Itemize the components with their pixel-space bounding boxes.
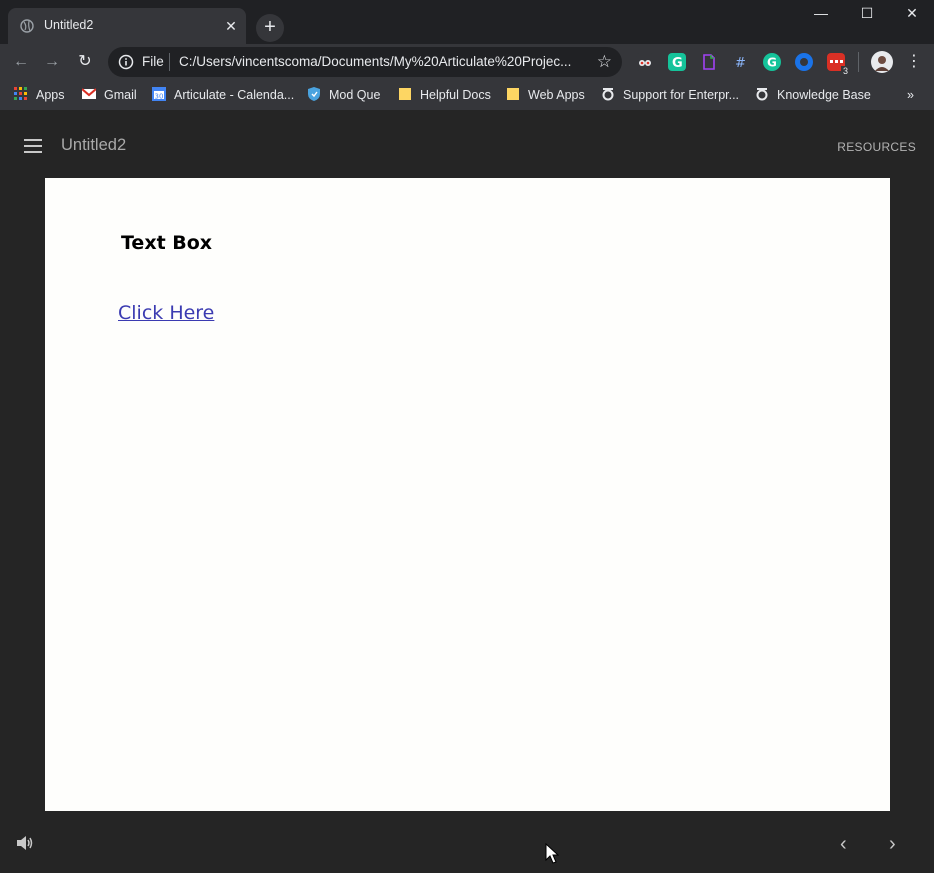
svg-text:30: 30: [155, 93, 164, 101]
extension-circle-icon[interactable]: [795, 53, 813, 71]
articulate-icon: [602, 88, 614, 101]
bookmark-label: Knowledge Base: [777, 88, 871, 102]
bookmark-label: Gmail: [104, 88, 137, 102]
bookmark-knowledge-base[interactable]: Knowledge Base: [755, 86, 871, 104]
bookmark-label: Helpful Docs: [420, 88, 491, 102]
menu-hamburger-icon[interactable]: [24, 139, 42, 153]
volume-icon[interactable]: [15, 835, 35, 851]
address-bar[interactable]: File C:/Users/vincentscoma/Documents/My%…: [108, 47, 622, 77]
close-window-button[interactable]: ✕: [889, 0, 934, 28]
apps-grid-icon: [14, 87, 27, 100]
forward-arrow-icon[interactable]: →: [40, 50, 64, 74]
grammarly-circle-icon[interactable]: G: [763, 53, 781, 71]
browser-toolbar: ← → ↻ File C:/Users/vincentscoma/Documen…: [0, 44, 934, 80]
bookmark-label: Support for Enterpr...: [623, 88, 740, 102]
grammarly-g-icon[interactable]: G: [668, 53, 686, 71]
extension-hash-icon[interactable]: #: [732, 53, 750, 71]
tab-strip: Untitled2 ✕ + — ☐ ✕: [0, 0, 934, 44]
bookmark-label: Mod Que: [329, 88, 381, 102]
bookmarks-bar: Apps Gmail 30 Articulate - Calenda... Mo…: [0, 80, 934, 110]
back-arrow-icon[interactable]: ←: [9, 50, 33, 74]
shield-icon: [308, 87, 320, 101]
browser-chrome: Untitled2 ✕ + — ☐ ✕ ← → ↻ File C:/Users/…: [0, 0, 934, 110]
folder-icon: [399, 88, 411, 100]
next-slide-button[interactable]: ›: [889, 833, 896, 856]
svg-text:#: #: [735, 56, 746, 71]
bookmark-articulate-calendar[interactable]: 30 Articulate - Calenda...: [152, 86, 294, 104]
bookmark-label: Web Apps: [528, 88, 585, 102]
resources-button[interactable]: RESOURCES: [837, 140, 916, 154]
click-here-link[interactable]: Click Here: [118, 302, 214, 324]
browser-menu-icon[interactable]: ⋮: [902, 50, 926, 74]
bookmark-apps[interactable]: Apps: [14, 86, 65, 104]
tab-title: Untitled2: [44, 18, 94, 32]
extension-badge-count: 3: [840, 66, 850, 76]
profile-avatar[interactable]: [871, 51, 893, 73]
scheme-label: File: [142, 54, 164, 69]
bookmark-support-enterprise[interactable]: Support for Enterpr...: [601, 86, 739, 104]
bookmark-web-apps[interactable]: Web Apps: [506, 86, 585, 104]
bookmark-mod-que[interactable]: Mod Que: [307, 86, 380, 104]
bookmark-label: Articulate - Calenda...: [174, 88, 295, 102]
prev-slide-button[interactable]: ‹: [840, 833, 847, 856]
folder-icon: [507, 88, 519, 100]
bookmark-helpful-docs[interactable]: Helpful Docs: [398, 86, 491, 104]
articulate-icon: [756, 88, 768, 101]
bookmark-label: Apps: [36, 88, 65, 102]
svg-text:G: G: [767, 56, 777, 70]
mouse-cursor-icon: [545, 843, 559, 864]
url-text[interactable]: C:/Users/vincentscoma/Documents/My%20Art…: [179, 54, 591, 69]
slide-canvas: Text Box Click Here: [45, 178, 890, 811]
info-icon[interactable]: [118, 54, 134, 70]
slide-heading: Text Box: [121, 232, 213, 254]
bookmark-gmail[interactable]: Gmail: [82, 86, 137, 104]
bookmark-star-icon[interactable]: ☆: [597, 52, 612, 72]
toolbar-divider: [858, 52, 859, 72]
calendar-icon: 30: [152, 87, 166, 101]
maximize-button[interactable]: ☐: [844, 0, 890, 28]
omnibox-divider: [169, 53, 170, 71]
extension-doc-icon[interactable]: [700, 53, 718, 71]
gmail-icon: [82, 88, 96, 99]
globe-icon: [20, 19, 34, 33]
svg-text:G: G: [672, 56, 683, 71]
player-header: Untitled2 RESOURCES: [0, 110, 934, 178]
extension-badge-icon[interactable]: 3: [827, 53, 850, 76]
player-footer: ‹ ›: [0, 811, 934, 873]
new-tab-button[interactable]: +: [256, 14, 284, 42]
tab-untitled2[interactable]: Untitled2 ✕: [8, 8, 246, 44]
course-title: Untitled2: [61, 136, 127, 154]
minimize-button[interactable]: —: [798, 0, 844, 28]
bookmarks-overflow-button[interactable]: »: [907, 86, 914, 104]
tab-close-icon[interactable]: ✕: [222, 17, 240, 35]
reload-icon[interactable]: ↻: [73, 50, 97, 74]
extension-spy-icon[interactable]: [636, 53, 654, 71]
